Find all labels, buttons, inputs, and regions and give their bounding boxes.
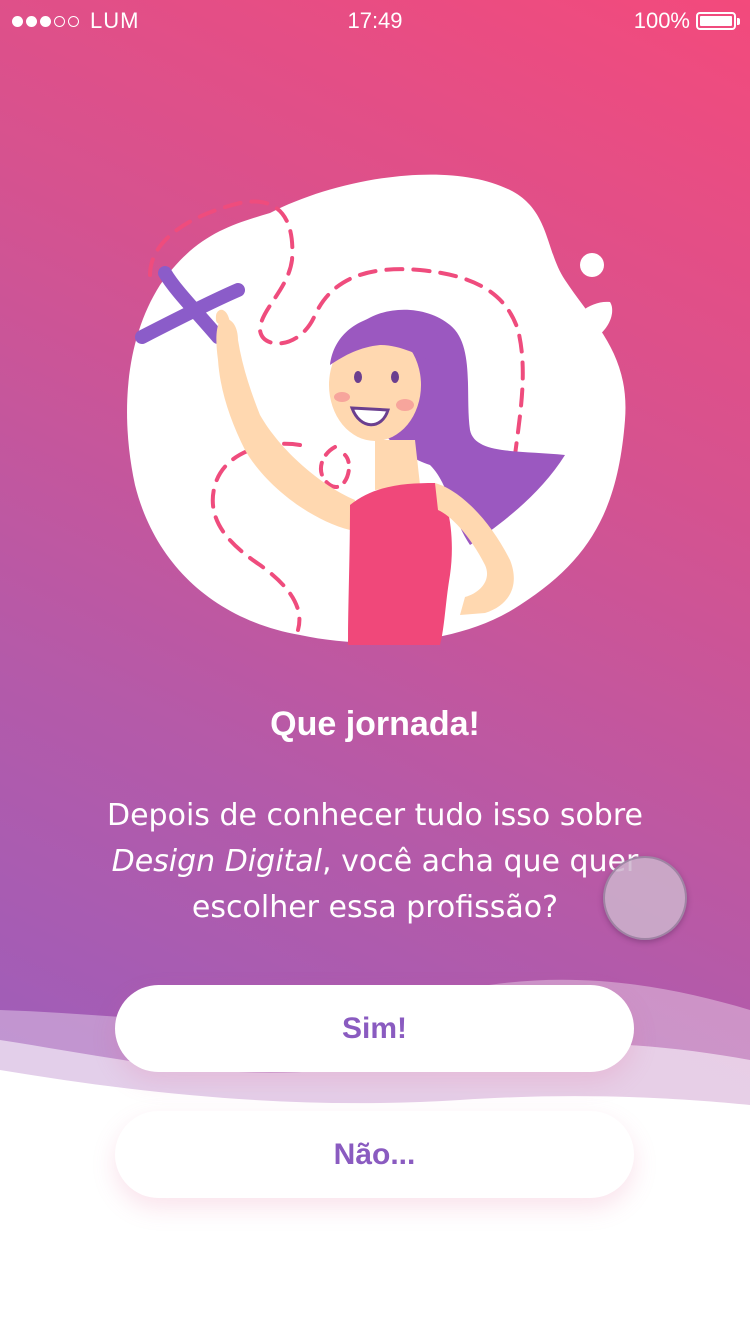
- battery-fill: [700, 16, 732, 26]
- battery-icon: [696, 12, 740, 30]
- drop-circle: [580, 253, 604, 277]
- touch-indicator: [603, 856, 687, 940]
- no-button[interactable]: Não...: [115, 1111, 634, 1198]
- right-cheek: [396, 399, 414, 411]
- battery-tip: [737, 18, 740, 25]
- question-line-2: , você acha que quer: [322, 844, 639, 879]
- right-eye: [391, 371, 399, 383]
- status-bar: LUM 17:49 100%: [0, 0, 750, 42]
- neck: [375, 440, 420, 490]
- wave-white-layer: [0, 1070, 750, 1334]
- pointing-finger: [215, 309, 230, 327]
- yes-button[interactable]: Sim!: [115, 985, 634, 1072]
- pink-dress: [348, 483, 452, 645]
- page-title: Que jornada!: [270, 705, 480, 743]
- left-eye: [354, 371, 362, 383]
- status-right: 100%: [633, 8, 740, 34]
- battery-percent: 100%: [633, 8, 690, 33]
- left-cheek: [334, 392, 350, 402]
- question-emphasis: Design Digital: [111, 844, 323, 879]
- screen: LUM 17:49 100% Que jornada! Depois de co…: [0, 0, 750, 1334]
- question-line-3: escolher essa profissão?: [191, 890, 559, 925]
- question-text: Depois de conhecer tudo isso sobre Desig…: [60, 793, 690, 931]
- girl-pointing-map-illustration: [127, 174, 626, 645]
- question-line-1: Depois de conhecer tudo isso sobre: [106, 798, 643, 833]
